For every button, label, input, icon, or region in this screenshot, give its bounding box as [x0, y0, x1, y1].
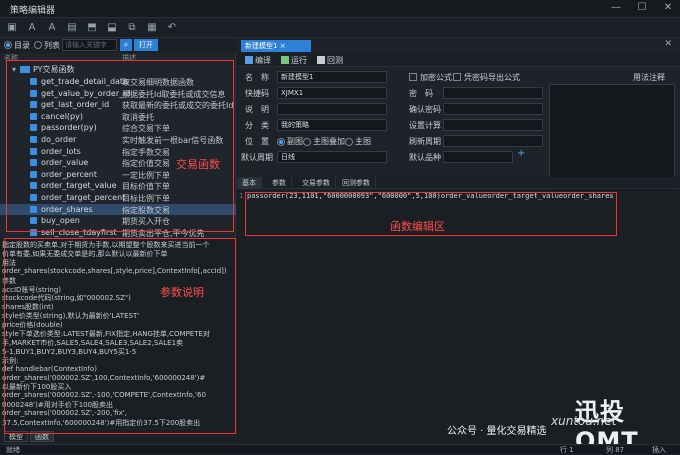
radio-main-overlay[interactable] [303, 138, 311, 146]
export-icon[interactable]: ⬓ [106, 22, 118, 34]
tab-basic[interactable]: 基本 [237, 177, 262, 189]
main-toolbar: ▣ A A ▤ ⬒ ⬓ ⧉ ▦ ↶ [0, 18, 680, 38]
new-file-icon[interactable]: ▣ [6, 22, 18, 34]
close-icon[interactable]: ✕ [662, 2, 674, 14]
run-button[interactable]: 运行 [281, 55, 307, 66]
tab-new-model[interactable]: 新建模型1 × [241, 40, 311, 52]
line-number: 1 [239, 192, 244, 200]
category-select[interactable]: 我的策略 [277, 119, 387, 131]
run-label: 运行 [291, 56, 307, 65]
format-icon[interactable]: ▤ [66, 22, 78, 34]
radio-directory[interactable] [4, 41, 12, 49]
period-label: 默认周期 [241, 153, 273, 162]
period-select[interactable]: 日线 [277, 151, 387, 163]
add-product-icon[interactable]: + [517, 148, 525, 159]
minimize-icon[interactable]: — [610, 2, 622, 14]
title-bar: 策略编辑器 — ☐ ✕ [0, 0, 680, 18]
tab-trade-params[interactable]: 交易参数 [297, 177, 336, 189]
encrypt-checkbox[interactable] [409, 73, 417, 81]
radio-main-overlay-label: 主图叠加 [313, 137, 345, 146]
compile-label: 编译 [255, 56, 271, 65]
refresh-field[interactable] [443, 135, 543, 147]
tab-backtest-params[interactable]: 回测参数 [337, 177, 376, 189]
import-icon[interactable]: ⬒ [86, 22, 98, 34]
shortcut-label: 快捷码 [245, 89, 269, 98]
compile-icon [245, 56, 253, 64]
password-confirm-field[interactable] [443, 103, 543, 115]
filter-bar: 目录 列表 请输入关键字 ⌕ 打开 [0, 38, 236, 53]
expire-field[interactable] [443, 119, 543, 131]
radio-subchart[interactable] [277, 138, 285, 146]
name-label: 名 称 [245, 73, 269, 82]
annotation-trade-functions: 交易函数 [176, 158, 220, 171]
annotation-editor: 函数编辑区 [390, 220, 445, 233]
compile-button[interactable]: 编译 [245, 55, 271, 66]
backtest-icon [317, 56, 325, 64]
category-label: 分 类 [245, 121, 269, 130]
backtest-button[interactable]: 回测 [317, 55, 343, 66]
copy-icon[interactable]: ⧉ [126, 22, 138, 34]
radio-list[interactable] [34, 41, 42, 49]
window-title: 策略编辑器 [10, 6, 56, 16]
product-field[interactable] [443, 151, 513, 163]
shortcut-field[interactable]: XJMX1 [277, 87, 387, 99]
expire-label: 设置计算 [409, 121, 441, 130]
font-larger-icon[interactable]: A [26, 22, 38, 34]
open-button[interactable]: 打开 [134, 39, 158, 51]
encrypt-label: 加密公式 [420, 73, 452, 82]
editor-panel: 新建模型1 × ✕ 编译 运行 回测 名 称 新建模型1 快捷码 XJMX1 说… [237, 38, 680, 444]
status-bar: 就绪 行 1 列 87 插入 [0, 444, 680, 454]
usage-label: 用法注释 [633, 73, 665, 82]
radio-subchart-label: 副图 [287, 137, 303, 146]
password-confirm-label: 确认密码 [409, 105, 441, 114]
action-bar: 编译 运行 回测 [237, 53, 680, 67]
position-label: 位 置 [245, 137, 269, 146]
watermark-account: 公众号 · 量化交易精选 [447, 426, 547, 437]
desc-label: 说 明 [245, 105, 269, 114]
radio-main-label: 主图 [355, 137, 371, 146]
undo-icon[interactable]: ↶ [166, 22, 178, 34]
radio-main[interactable] [345, 138, 353, 146]
font-smaller-icon[interactable]: A [46, 22, 58, 34]
search-input[interactable]: 请输入关键字 [62, 39, 117, 51]
search-icon[interactable]: ⌕ [120, 39, 132, 51]
close-panel-icon[interactable]: ✕ [664, 39, 672, 49]
editor-tabs: 基本 参数 交易参数 回测参数 [237, 177, 680, 189]
password-field[interactable] [443, 87, 543, 99]
radio-list-label: 列表 [44, 41, 60, 50]
annotation-box-params [4, 238, 236, 434]
refresh-label: 刷新周期 [409, 137, 441, 146]
product-label: 默认品种 [409, 153, 441, 162]
maximize-icon[interactable]: ☐ [636, 2, 648, 14]
backtest-label: 回测 [327, 56, 343, 65]
password-label: 密 码 [409, 89, 433, 98]
radio-directory-label: 目录 [14, 41, 30, 50]
doc-tab-label: 新建模型1 [245, 42, 278, 50]
desc-field[interactable] [277, 103, 387, 115]
export-checkbox[interactable] [453, 73, 461, 81]
annotation-box-functions [6, 60, 234, 232]
export-label: 凭密码导出公式 [464, 73, 520, 82]
run-icon [281, 56, 289, 64]
tab-params[interactable]: 参数 [267, 177, 292, 189]
annotation-params: 参数说明 [160, 286, 204, 299]
watermark-url: xuntou.net [551, 414, 617, 428]
name-field[interactable]: 新建模型1 [277, 71, 387, 83]
paste-icon[interactable]: ▦ [146, 22, 158, 34]
